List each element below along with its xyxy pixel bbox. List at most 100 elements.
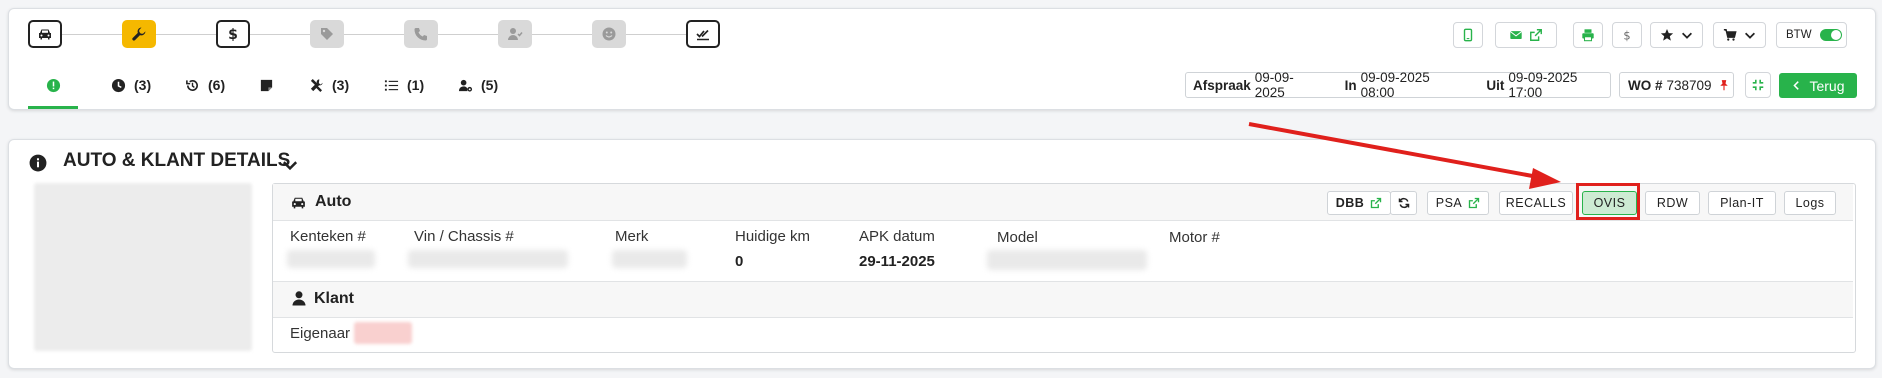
tab-tasks[interactable]: (1): [384, 74, 424, 96]
rdw-button[interactable]: RDW: [1645, 191, 1700, 215]
workflow-step-satisfaction[interactable]: [592, 20, 626, 48]
psa-button[interactable]: PSA: [1427, 191, 1489, 215]
pricing-button[interactable]: $: [1612, 22, 1642, 48]
history-icon: [186, 79, 198, 91]
step-connector: [532, 34, 592, 35]
compress-icon: [1752, 79, 1764, 91]
psa-label: PSA: [1435, 196, 1463, 210]
dollar-icon: $: [1623, 28, 1630, 42]
clock-icon: [111, 78, 126, 92]
tools-icon: [310, 78, 323, 92]
workflow-step-customer-check[interactable]: [498, 20, 532, 48]
chevron-down-icon: [1681, 32, 1692, 39]
wo-value: 738709: [1666, 77, 1712, 93]
printer-icon: [1582, 29, 1594, 42]
dbb-refresh-button[interactable]: [1390, 191, 1417, 215]
user-check-icon: [508, 28, 523, 40]
tab-overview[interactable]: [46, 74, 61, 96]
step-connector: [438, 34, 498, 35]
smiley-icon: [602, 27, 616, 41]
tab-tools[interactable]: (3): [309, 74, 349, 96]
info-icon: [29, 154, 47, 172]
wrench-icon: [132, 27, 146, 41]
pin-icon[interactable]: [1718, 79, 1730, 91]
uit-value: 09-09-2025 17:00: [1508, 70, 1578, 100]
auto-title: Auto: [315, 193, 352, 210]
workflow-step-call[interactable]: [404, 20, 438, 48]
dbb-label: DBB: [1335, 196, 1365, 210]
email-button[interactable]: [1495, 22, 1557, 48]
eigenaar-value[interactable]: [354, 322, 412, 344]
model-value: [987, 250, 1147, 270]
tab-notes[interactable]: [259, 74, 274, 96]
svg-text:$: $: [228, 27, 238, 42]
section-title: AUTO & KLANT DETAILS: [63, 150, 291, 171]
workflow-step-vehicle[interactable]: [28, 20, 62, 48]
tab-count: (3): [134, 77, 152, 93]
vehicle-photo: [34, 183, 252, 351]
switch-knob: [1830, 30, 1841, 40]
dollar-icon: $: [228, 27, 238, 42]
step-connector: [344, 34, 404, 35]
chevron-down-icon: [1744, 32, 1755, 39]
double-check-icon: [696, 29, 709, 41]
vin-value: [408, 250, 568, 268]
phone-icon: [414, 28, 427, 41]
logs-button[interactable]: Logs: [1784, 191, 1836, 215]
workflow-step-tag[interactable]: [310, 20, 344, 48]
km-value: 0: [735, 253, 744, 270]
mobile-icon: [1463, 28, 1473, 42]
note-icon: [260, 79, 273, 91]
dbb-button[interactable]: DBB: [1327, 191, 1391, 215]
car-icon: [292, 197, 305, 209]
btw-label: BTW: [1786, 29, 1812, 41]
afspraak-value: 09-09-2025: [1254, 70, 1294, 100]
klant-header: [273, 281, 1853, 318]
tab-technicians[interactable]: (5): [458, 74, 498, 96]
user-icon: [292, 291, 306, 306]
back-button[interactable]: Terug: [1779, 73, 1857, 98]
chevron-left-icon: [1793, 81, 1800, 90]
recalls-button[interactable]: RECALLS: [1499, 191, 1573, 215]
in-value: 09-09-2025 08:00: [1360, 70, 1430, 100]
tab-time[interactable]: (3): [111, 74, 151, 96]
external-link-icon: [1371, 197, 1382, 209]
logs-label: Logs: [1795, 196, 1825, 210]
external-link-icon: [1530, 29, 1542, 41]
plan-it-button[interactable]: Plan-IT: [1708, 191, 1776, 215]
tab-history[interactable]: (6): [185, 74, 225, 96]
tab-count: (3): [332, 77, 350, 93]
tab-count: (6): [208, 77, 226, 93]
rdw-label: RDW: [1656, 196, 1689, 210]
tag-icon: [321, 28, 333, 40]
svg-text:$: $: [1623, 28, 1630, 42]
recalls-label: RECALLS: [1505, 196, 1567, 210]
cart-dropdown[interactable]: [1713, 22, 1766, 48]
star-icon: [1660, 29, 1673, 41]
user-cog-icon: [458, 79, 473, 92]
cart-icon: [1723, 29, 1737, 41]
btw-switch[interactable]: [1819, 29, 1842, 41]
motor-label: Motor #: [1169, 229, 1220, 246]
collapse-button[interactable]: [1745, 72, 1771, 98]
merk-label: Merk: [615, 228, 649, 245]
workflow-step-repair[interactable]: [122, 20, 156, 48]
plan-it-label: Plan-IT: [1720, 196, 1764, 210]
alert-icon: [46, 78, 61, 92]
workflow-step-complete[interactable]: [686, 20, 720, 48]
tab-count: (1): [407, 77, 425, 93]
vin-label: Vin / Chassis #: [414, 228, 514, 245]
km-label: Huidige km: [735, 228, 811, 245]
chevron-down-icon[interactable]: [281, 156, 299, 174]
step-connector: [250, 34, 310, 35]
klant-title: Klant: [314, 290, 354, 307]
btw-toggle-box[interactable]: BTW: [1776, 22, 1847, 48]
apk-label: APK datum: [859, 228, 935, 245]
refresh-icon: [1398, 197, 1409, 209]
print-button[interactable]: [1573, 22, 1603, 48]
eigenaar-label: Eigenaar: [290, 325, 351, 342]
step-connector: [626, 34, 686, 35]
mobile-button[interactable]: [1453, 22, 1483, 48]
workflow-step-invoice[interactable]: $: [216, 20, 250, 48]
favorites-dropdown[interactable]: [1650, 22, 1703, 48]
